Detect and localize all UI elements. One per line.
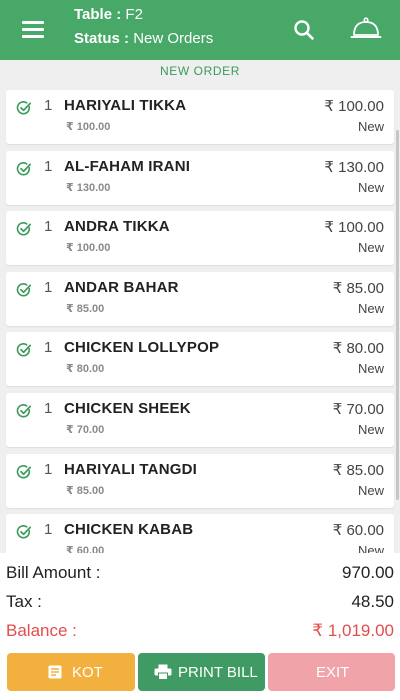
print-bill-button[interactable]: PRINT BILL (138, 653, 265, 691)
tax-value: 48.50 (351, 592, 394, 611)
status-value: New Orders (133, 30, 214, 47)
kot-label: KOT (72, 664, 103, 681)
item-status: New (357, 543, 384, 553)
order-item-card[interactable]: 1 ANDAR BAHAR ₹ 85.00 ₹ 85.00 New (6, 271, 394, 326)
order-item-card[interactable]: 1 HARIYALI TANGDI ₹ 85.00 ₹ 85.00 New (6, 453, 394, 508)
bill-amount-row: Bill Amount : 970.00 (6, 561, 394, 587)
order-item-card[interactable]: 1 CHICKEN KABAB ₹ 60.00 ₹ 60.00 New (6, 514, 394, 553)
item-name: HARIYALI TANGDI (64, 460, 198, 478)
item-name: HARIYALI TIKKA (64, 97, 187, 114)
item-qty: 1 (44, 157, 53, 175)
order-item-card[interactable]: 1 AL-FAHAM IRANI ₹ 130.00 ₹ 130.00 New (6, 150, 394, 205)
item-status: New (357, 300, 384, 316)
check-circle-icon (16, 161, 32, 176)
status-info: Status : New Orders (74, 30, 213, 47)
check-circle-icon (16, 101, 32, 115)
item-qty: 1 (44, 278, 53, 296)
check-circle-icon (16, 464, 32, 479)
cloche-icon[interactable] (350, 16, 382, 42)
table-label: Table : (74, 6, 122, 23)
item-price: ₹ 85.00 (332, 279, 384, 297)
item-price: ₹ 85.00 (332, 461, 384, 479)
item-unit-price: ₹ 70.00 (66, 424, 105, 436)
item-unit-price: ₹ 100.00 (66, 242, 111, 255)
order-item-card[interactable]: 1 HARIYALI TIKKA ₹ 100.00 ₹ 100.00 New (6, 90, 394, 144)
item-unit-price: ₹ 100.00 (66, 121, 111, 133)
item-name: ANDAR BAHAR (64, 278, 179, 296)
exit-button[interactable]: EXIT (268, 653, 395, 691)
balance-label: Balance : (6, 621, 77, 640)
item-qty: 1 (44, 339, 53, 357)
item-unit-price: ₹ 80.00 (66, 363, 105, 376)
document-icon (48, 665, 62, 679)
item-status: New (357, 422, 384, 437)
app-header: Table : F2 Status : New Orders (0, 0, 400, 60)
item-name: CHICKEN KABAB (64, 521, 194, 539)
table-value: F2 (125, 6, 143, 23)
item-qty: 1 (44, 460, 53, 478)
bill-summary: Bill Amount : 970.00 Tax : 48.50 Balance… (0, 553, 400, 700)
check-circle-icon (16, 282, 32, 297)
item-status: New (357, 179, 384, 195)
item-unit-price: ₹ 85.00 (66, 302, 105, 315)
item-status: New (357, 240, 384, 256)
tax-label: Tax : (6, 592, 42, 611)
item-qty: 1 (44, 400, 53, 417)
table-info: Table : F2 (74, 6, 143, 23)
item-price: ₹ 130.00 (324, 158, 384, 176)
item-qty: 1 (44, 97, 53, 114)
balance-value: ₹ 1,019.00 (312, 621, 394, 640)
balance-row: Balance : ₹ 1,019.00 (6, 619, 394, 645)
exit-label: EXIT (316, 664, 350, 681)
check-circle-icon (16, 343, 32, 357)
check-circle-icon (16, 525, 32, 539)
item-name: CHICKEN LOLLYPOP (64, 339, 220, 357)
item-name: AL-FAHAM IRANI (64, 157, 191, 175)
item-qty: 1 (44, 521, 53, 539)
item-status: New (357, 482, 384, 498)
bill-amount-label: Bill Amount : (6, 563, 101, 582)
print-bill-label: PRINT BILL (178, 664, 258, 681)
item-unit-price: ₹ 85.00 (66, 484, 105, 497)
item-unit-price: ₹ 60.00 (66, 545, 105, 553)
item-status: New (357, 119, 384, 134)
search-icon[interactable] (292, 18, 316, 42)
item-price: ₹ 80.00 (332, 340, 384, 358)
section-title: NEW ORDER (159, 64, 241, 78)
item-price: ₹ 60.00 (332, 522, 384, 540)
hamburger-menu-icon[interactable] (22, 21, 44, 39)
item-qty: 1 (44, 218, 53, 236)
printer-icon (154, 664, 172, 680)
item-name: CHICKEN SHEEK (64, 400, 191, 417)
check-circle-icon (16, 404, 32, 418)
order-item-card[interactable]: 1 CHICKEN SHEEK ₹ 70.00 ₹ 70.00 New (6, 393, 394, 447)
kot-button[interactable]: KOT (7, 653, 135, 691)
item-price: ₹ 100.00 (324, 98, 384, 115)
tax-row: Tax : 48.50 (6, 590, 394, 616)
status-label: Status : (74, 30, 130, 47)
item-status: New (357, 361, 384, 377)
item-name: ANDRA TIKKA (64, 218, 170, 236)
order-item-card[interactable]: 1 CHICKEN LOLLYPOP ₹ 80.00 ₹ 80.00 New (6, 332, 394, 387)
check-circle-icon (16, 222, 32, 236)
item-price: ₹ 70.00 (332, 401, 384, 418)
bill-amount-value: 970.00 (342, 563, 394, 582)
order-item-card[interactable]: 1 ANDRA TIKKA ₹ 100.00 ₹ 100.00 New (6, 211, 394, 266)
item-price: ₹ 100.00 (324, 219, 384, 237)
list-scrollbar[interactable] (396, 130, 399, 500)
order-list[interactable]: NEW ORDER 1 HARIYALI TIKKA ₹ 100.00 ₹ 100.0… (0, 60, 400, 553)
item-unit-price: ₹ 130.00 (66, 181, 111, 194)
